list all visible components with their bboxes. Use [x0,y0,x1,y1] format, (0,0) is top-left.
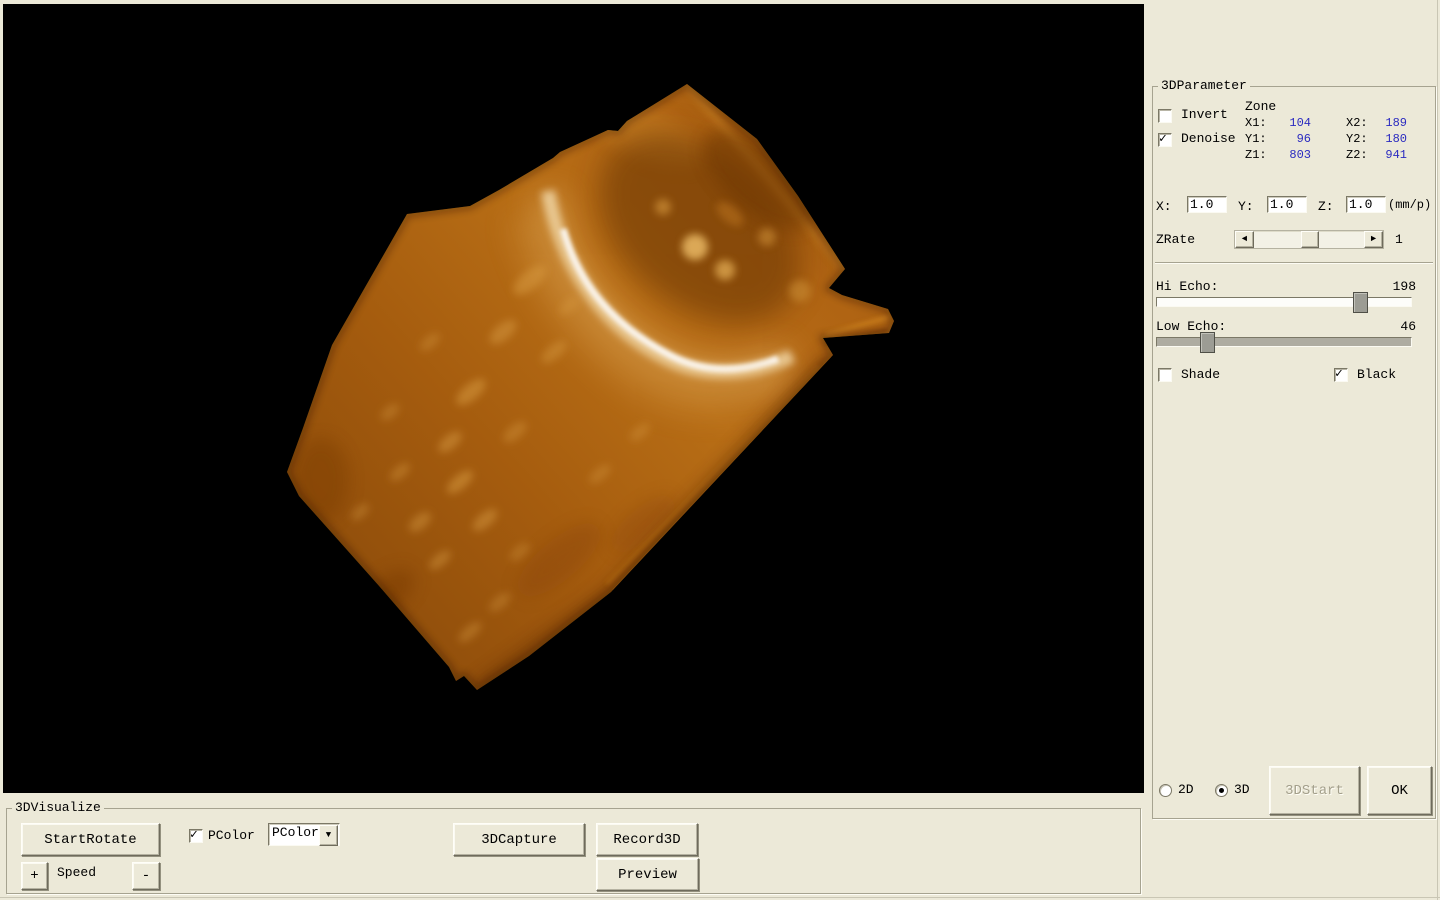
shade-checkbox[interactable] [1158,368,1172,382]
zrate-scrollbar[interactable] [1234,230,1384,249]
mode-2d-label: 2D [1178,782,1194,797]
zone-y2-value: 180 [1367,132,1407,146]
zone-z1-value: 803 [1271,148,1311,162]
pcolor-dropdown-arrow-icon[interactable] [319,825,338,846]
speed-minus-button[interactable]: - [132,862,160,890]
invert-checkbox[interactable] [1158,109,1172,123]
z-scale-input[interactable] [1346,196,1386,213]
pcolor-label: PColor [208,828,255,843]
zone-x2-label: X2: [1346,116,1368,130]
pcolor-dropdown-value: PColor [272,825,319,840]
zone-z1-label: Z1: [1245,148,1267,162]
zrate-label: ZRate [1156,232,1195,247]
mode-2d-radio[interactable] [1159,784,1172,797]
pcolor-checkbox[interactable] [189,829,203,843]
mode-3d-label: 3D [1234,782,1250,797]
ok-button[interactable]: OK [1367,766,1432,815]
denoise-checkbox[interactable] [1158,133,1172,147]
render-viewport[interactable] [3,4,1144,793]
hi-echo-thumb[interactable] [1353,292,1368,313]
hi-echo-label: Hi Echo: [1156,279,1218,294]
zone-z2-label: Z2: [1346,148,1368,162]
hi-echo-track[interactable] [1156,297,1412,307]
start-rotate-button[interactable]: StartRotate [21,823,160,856]
zone-title: Zone [1245,99,1276,114]
y-scale-input[interactable] [1267,196,1307,213]
record-3d-button[interactable]: Record3D [596,823,698,856]
black-label: Black [1357,367,1396,382]
zrate-scroll-left-icon[interactable] [1235,231,1254,248]
x-scale-input[interactable] [1187,196,1227,213]
x-scale-label: X: [1156,199,1172,214]
parameter-groupbox: 3DParameter Invert Denoise Zone X1: 104 … [1152,86,1436,819]
separator [1155,262,1433,264]
z-scale-label: Z: [1318,199,1334,214]
speed-label: Speed [57,865,96,880]
zone-x1-value: 104 [1271,116,1311,130]
window-edge-bottom [0,897,1440,898]
hi-echo-value: 198 [1376,279,1416,294]
pcolor-dropdown[interactable]: PColor [268,823,340,846]
window-edge-right [1437,0,1438,900]
visualize-group-title: 3DVisualize [12,800,104,815]
low-echo-label: Low Echo: [1156,319,1226,334]
denoise-label: Denoise [1181,131,1236,146]
parameter-group-title: 3DParameter [1158,78,1250,93]
zone-x1-label: X1: [1245,116,1267,130]
zone-y2-label: Y2: [1346,132,1368,146]
preview-button[interactable]: Preview [596,858,699,891]
start3d-button[interactable]: 3DStart [1269,766,1360,815]
zone-y1-label: Y1: [1245,132,1267,146]
zone-y1-value: 96 [1271,132,1311,146]
low-echo-thumb[interactable] [1200,332,1215,353]
zrate-scroll-right-icon[interactable] [1364,231,1383,248]
zrate-scroll-thumb[interactable] [1301,231,1319,248]
y-scale-label: Y: [1238,199,1254,214]
speed-plus-button[interactable]: + [21,862,48,890]
ultrasound-volume-render [3,4,1144,793]
low-echo-track[interactable] [1156,337,1412,347]
shade-label: Shade [1181,367,1220,382]
black-checkbox[interactable] [1334,368,1348,382]
capture-3d-button[interactable]: 3DCapture [453,823,585,856]
low-echo-value: 46 [1376,319,1416,334]
mode-3d-radio[interactable] [1215,784,1228,797]
zone-x2-value: 189 [1367,116,1407,130]
scale-unit-label: (mm/p) [1388,198,1431,212]
invert-label: Invert [1181,107,1228,122]
window: { "param": { "title": "3DParameter", "in… [0,0,1440,900]
visualize-groupbox: 3DVisualize StartRotate + Speed - PColor… [6,808,1141,894]
zrate-value: 1 [1395,232,1403,247]
zone-z2-value: 941 [1367,148,1407,162]
